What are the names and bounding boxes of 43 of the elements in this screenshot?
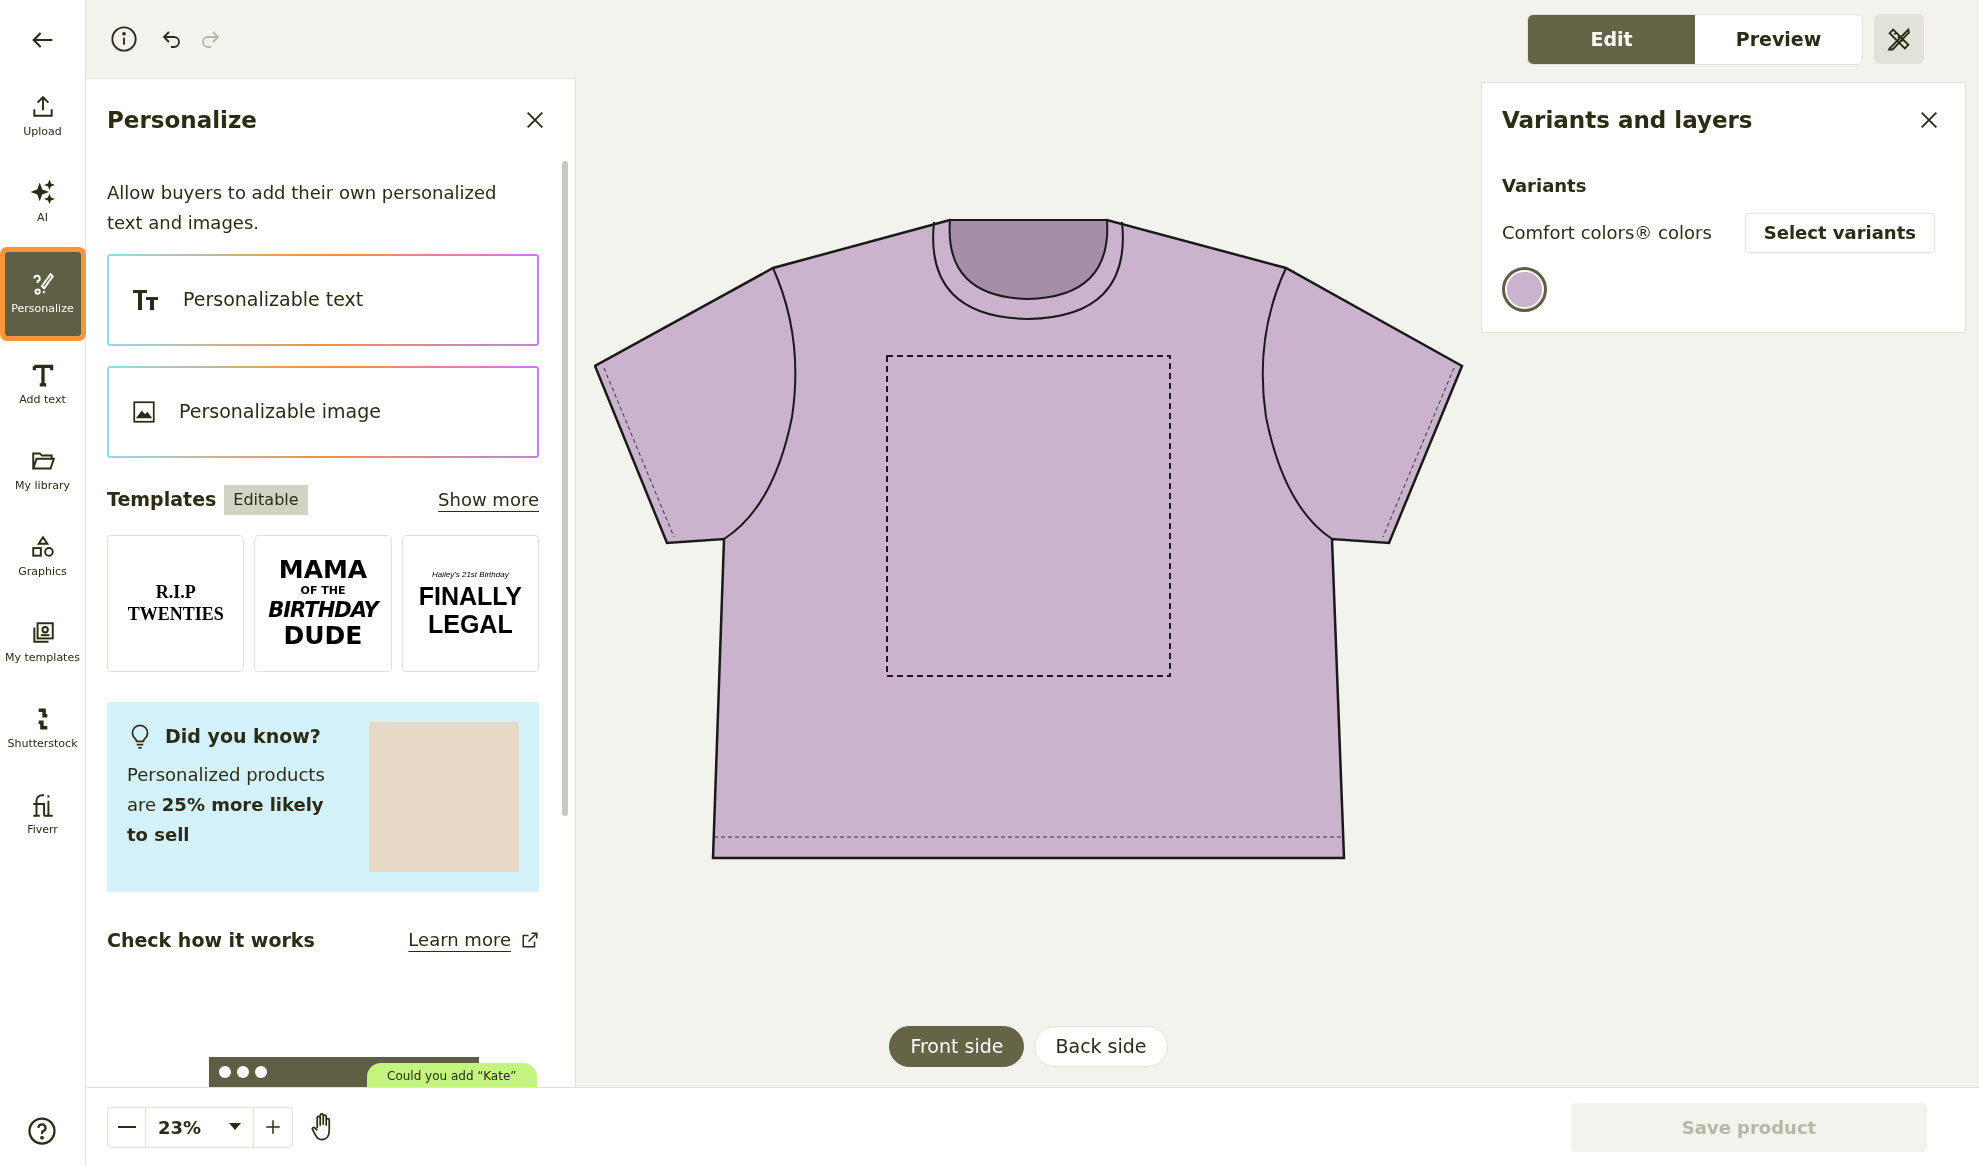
caret-icon [229, 1123, 241, 1131]
info-icon[interactable] [110, 25, 138, 53]
tools-button[interactable] [1874, 14, 1924, 64]
side-tab[interactable]: Back side [1034, 1026, 1168, 1067]
image-icon [131, 398, 157, 425]
minus-icon [117, 1126, 136, 1128]
sidebar-item[interactable]: My library [4, 434, 81, 508]
sparkles-icon [29, 179, 56, 206]
sidebar-item[interactable]: Graphics [4, 520, 81, 594]
personalize-option[interactable]: Personalizable text [107, 253, 539, 346]
section-title: Variants [1502, 173, 1588, 198]
sidebar-item[interactable]: My templates [4, 606, 81, 680]
sidebar-item[interactable]: Shutterstock [4, 692, 81, 766]
chat-bubble: Could you add “Kate” [367, 1063, 537, 1087]
help-icon [27, 1116, 57, 1146]
template-card[interactable]: Hailey's 21st Birthday FINALLY LEGAL [401, 534, 539, 672]
sidebar-item[interactable]: AI [4, 166, 81, 240]
section-title: Templates [107, 487, 217, 513]
panel-title: Variants and layers [1502, 106, 1753, 135]
sidebar-item[interactable]: Add text [4, 348, 81, 422]
sidebar-item[interactable]: Upload [4, 80, 81, 154]
variant-label: Comfort colors® colors [1502, 221, 1712, 245]
help-button[interactable] [27, 1116, 57, 1146]
show-more-link[interactable]: Show more [438, 486, 539, 513]
sidebar-item[interactable]: Fiverr [4, 778, 81, 852]
plus-icon [264, 1118, 282, 1136]
editable-tag: Editable [224, 484, 308, 515]
shapes-icon [29, 533, 56, 560]
template-card[interactable]: R.I.P TWENTIES [107, 534, 245, 672]
ruler-pencil-icon [1885, 25, 1913, 53]
mode-tab[interactable]: Edit [1528, 14, 1695, 64]
select-variants-button[interactable]: Select variants [1744, 212, 1935, 253]
color-swatch[interactable] [1502, 266, 1547, 312]
panel-description: Allow buyers to add their own personalized text and images. [106, 180, 498, 235]
tip-text: Personalized products are 25% more likely to sell [127, 763, 326, 847]
tip-title: Did you know? [165, 723, 321, 749]
learn-more-link[interactable]: Learn more [408, 926, 511, 954]
personalize-option[interactable]: Personalizable image [107, 365, 539, 458]
side-tab[interactable]: Front side [889, 1026, 1025, 1067]
external-link-icon [521, 930, 539, 949]
template-card[interactable]: MAMA OF THE BIRTHDAY DUDE [254, 534, 392, 672]
section-title: Check how it works [107, 927, 315, 953]
panel-title: Personalize [107, 106, 257, 135]
